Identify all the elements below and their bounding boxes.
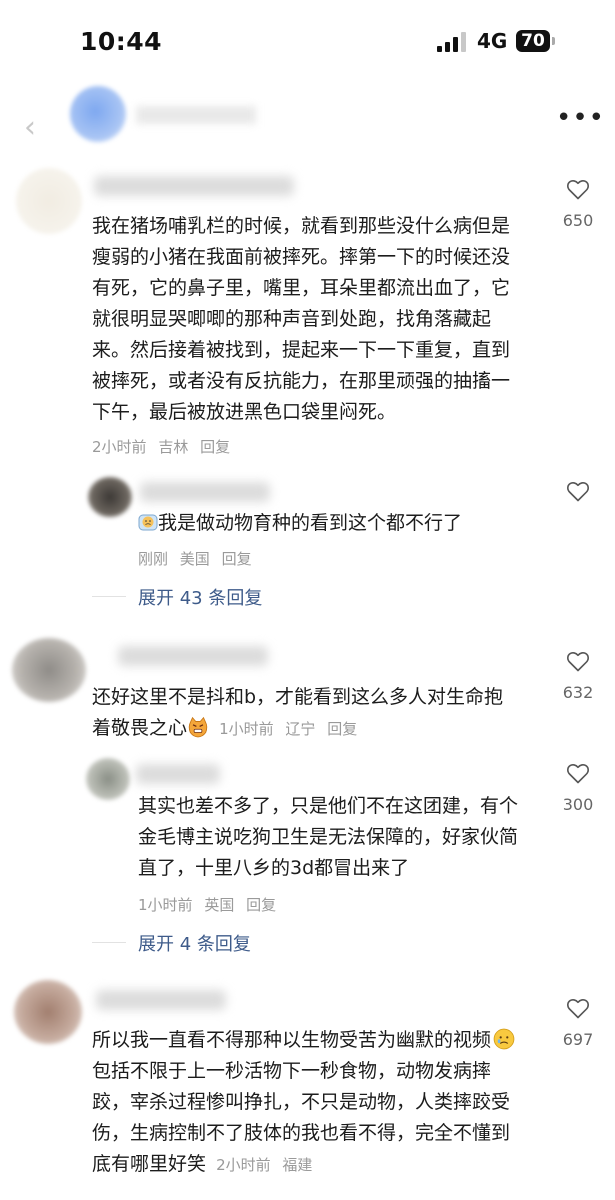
status-time: 10:44 xyxy=(80,27,163,56)
like-heart-icon[interactable] xyxy=(566,178,590,200)
reply-location: 英国 xyxy=(204,896,235,914)
comment-time: 2小时前 xyxy=(92,438,147,456)
reply-button[interactable]: 回复 xyxy=(246,896,276,914)
username-blurred[interactable] xyxy=(118,646,268,666)
expand-divider xyxy=(92,942,126,943)
reply-button[interactable]: 回复 xyxy=(222,550,252,568)
reply-time: 1小时前 xyxy=(138,896,193,914)
battery-tip xyxy=(552,37,555,45)
expand-replies-button[interactable]: 展开 4 条回复 xyxy=(138,930,251,956)
like-count: 632 xyxy=(562,683,594,702)
like-count: 650 xyxy=(562,211,594,230)
avatar[interactable] xyxy=(16,168,82,234)
network-type: 4G xyxy=(477,29,508,53)
reply-avatar[interactable] xyxy=(88,477,132,517)
like-count: 300 xyxy=(562,795,594,814)
reply-meta: 刚刚 美国 回复 xyxy=(138,548,259,569)
username-blurred[interactable] xyxy=(96,990,226,1010)
avatar[interactable] xyxy=(12,638,86,702)
reply-text: 我是做动物育种的看到这个都不行了 xyxy=(138,508,538,539)
avatar[interactable] xyxy=(14,980,82,1044)
reply-avatar[interactable] xyxy=(86,758,130,800)
comment-text: 所以我一直看不得那种以生物受苦为幽默的视频 包括不限于上一秒活物下一秒食物，动物… xyxy=(92,1025,562,1181)
reply-location: 美国 xyxy=(179,550,210,568)
comment-text-line: 所以我一直看不得那种以生物受苦为幽默的视频 xyxy=(92,1029,492,1051)
expand-replies-button[interactable]: 展开 43 条回复 xyxy=(138,584,262,610)
like-heart-icon[interactable] xyxy=(566,762,590,784)
reply-meta: 1小时前 英国 回复 xyxy=(138,894,283,915)
crying-emoji-icon xyxy=(138,514,158,531)
more-icon[interactable]: ••• xyxy=(556,103,605,133)
reply-text: 其实也差不多了，只是他们不在这团建，有个 金毛博主说吃狗卫生是无法保障的，好家伙… xyxy=(138,795,519,879)
comment-location: 吉林 xyxy=(158,438,189,456)
reply-text-content: 我是做动物育种的看到这个都不行了 xyxy=(158,512,463,534)
comment-meta: 2小时前 福建 xyxy=(216,1156,319,1174)
like-heart-icon[interactable] xyxy=(566,480,590,502)
reply-username-blurred[interactable] xyxy=(140,482,270,502)
author-name-blurred xyxy=(136,106,256,124)
signal-icon xyxy=(437,32,467,52)
reply-time: 刚刚 xyxy=(138,550,169,568)
comment-text-line: 着敬畏之心 xyxy=(92,717,188,739)
comment-text-line: 底有哪里好笑 xyxy=(92,1153,207,1175)
sad-face-emoji-icon xyxy=(493,1028,515,1050)
comment-time: 1小时前 xyxy=(219,720,274,738)
comment-location: 福建 xyxy=(282,1156,313,1174)
back-chevron-icon[interactable]: ‹ xyxy=(24,110,36,145)
comment-meta: 2小时前 吉林 回复 xyxy=(92,436,237,457)
expand-divider xyxy=(92,596,126,597)
comment-meta: 1小时前 辽宁 回复 xyxy=(219,720,364,738)
reply-button[interactable]: 回复 xyxy=(200,438,230,456)
reply-button[interactable]: 回复 xyxy=(327,720,357,738)
battery-icon: 70 xyxy=(516,30,550,52)
like-heart-icon[interactable] xyxy=(566,650,590,672)
comment-text: 还好这里不是抖和b，才能看到这么多人对生命抱 着敬畏之心 1小时前 辽宁 回复 xyxy=(92,686,504,739)
comment-text: 我在猪场哺乳栏的时候，就看到那些没什么病但是 瘦弱的小猪在我面前被摔死。摔第一下… xyxy=(92,215,511,423)
like-heart-icon[interactable] xyxy=(566,997,590,1019)
username-blurred[interactable] xyxy=(94,176,294,196)
angry-cat-emoji-icon xyxy=(188,716,208,738)
reply-username-blurred[interactable] xyxy=(136,764,220,784)
comment-time: 2小时前 xyxy=(216,1156,271,1174)
author-avatar[interactable] xyxy=(70,86,126,142)
comment-location: 辽宁 xyxy=(285,720,316,738)
like-count: 697 xyxy=(562,1030,594,1049)
